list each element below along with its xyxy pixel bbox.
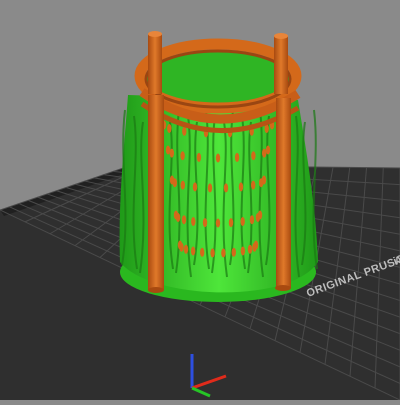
support-tip xyxy=(165,145,171,155)
pillar-front-right-foot xyxy=(275,285,291,291)
support-tip xyxy=(249,215,255,225)
support-tip xyxy=(261,175,267,185)
pillar-front-left xyxy=(148,95,164,290)
support-tip xyxy=(172,178,177,188)
support-tip xyxy=(196,152,202,162)
support-tip xyxy=(240,217,245,226)
support-tip xyxy=(191,217,196,226)
support-tip xyxy=(215,218,221,228)
support-tip xyxy=(215,153,221,163)
pillar-front-right xyxy=(276,98,291,288)
support-tip xyxy=(238,182,244,192)
support-tip xyxy=(183,244,189,254)
support-tip xyxy=(210,248,215,258)
support-tip xyxy=(167,124,172,133)
support-tip xyxy=(221,248,226,258)
support-tip xyxy=(200,247,205,257)
support-tip xyxy=(202,218,208,228)
support-tip xyxy=(251,151,256,161)
support-tip xyxy=(179,242,184,252)
support-tip xyxy=(231,247,236,257)
support-tip xyxy=(265,145,271,155)
pillar-front-left-foot xyxy=(148,287,164,293)
support-tip xyxy=(180,180,185,190)
support-tip xyxy=(192,182,198,192)
3d-viewport[interactable]: ORIGINAL PRUSA i3 xyxy=(0,0,400,401)
support-tip xyxy=(253,240,259,250)
support-tip xyxy=(247,244,253,254)
support-tip xyxy=(175,213,181,222)
support-tip xyxy=(190,246,196,256)
support-tip xyxy=(262,148,267,158)
support-tip xyxy=(228,218,234,228)
pillar-back-right xyxy=(274,36,288,94)
support-tip xyxy=(234,152,240,162)
support-tip xyxy=(169,148,174,158)
support-tip xyxy=(181,215,187,225)
model-object[interactable] xyxy=(119,31,318,302)
pillar-back-right-top xyxy=(274,33,288,39)
pillar-back-left-top xyxy=(148,31,162,37)
support-tip xyxy=(207,183,213,193)
support-tip xyxy=(240,246,246,256)
support-tip xyxy=(180,151,185,161)
pillar-back-left xyxy=(148,34,162,94)
support-tip xyxy=(257,210,263,220)
support-tip xyxy=(223,183,229,193)
support-tip xyxy=(251,180,256,190)
support-tip xyxy=(182,126,187,136)
